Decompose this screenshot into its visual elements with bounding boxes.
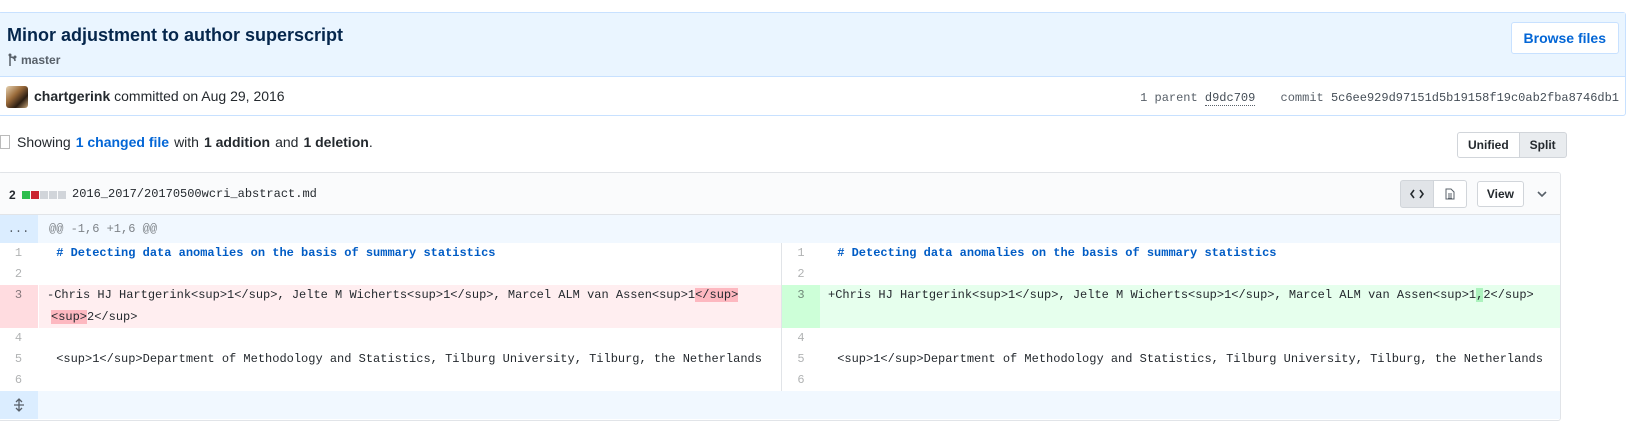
branch-name[interactable]: master [21,53,60,67]
parent-sha-link[interactable]: d9dc709 [1204,91,1256,106]
code-line: # Detecting data anomalies on the basis … [820,243,1560,264]
diff-summary: Showing 1 changed file with 1 addition a… [0,134,373,150]
diffstat-add-block [21,191,30,199]
diffstat: 2 [9,188,66,202]
line-number[interactable]: 6 [781,370,820,391]
deletions-count: 1 deletion [303,134,369,150]
wrapped-line: <sup>2</sup> [51,307,137,328]
committed-date: committed on Aug 29, 2016 [114,88,285,104]
unified-button[interactable]: Unified [1457,132,1520,158]
and-text: and [275,134,299,150]
author-line: chartgerink committed on Aug 29, 2016 [34,88,285,104]
expand-icon[interactable] [0,391,38,419]
added-text: +Chris HJ Hartgerink<sup>1</sup>, Jelte … [828,288,1477,302]
diffstat-del-block [30,191,39,199]
diff-table: ... @@ -1,6 +1,6 @@ 1 # Detecting data a… [0,215,1560,419]
commit-sha: commit 5c6ee929d97151d5b19158f19c0ab2fba… [1281,91,1619,105]
deleted-text: 2</sup> [87,310,138,324]
period: . [368,134,373,150]
browse-files-button[interactable]: Browse files [1510,22,1619,54]
diffstat-blocks [21,191,66,199]
view-file-button[interactable]: View [1476,181,1524,207]
line-number[interactable]: 4 [0,328,38,349]
additions-count: 1 addition [203,134,271,150]
deleted-highlight: <sup> [51,310,88,324]
diff-row: 5 <sup>1</sup>Department of Methodology … [0,349,1560,370]
commit-box: Minor adjustment to author superscript m… [0,12,1626,116]
hunk-footer [0,391,1560,419]
code-view-icon[interactable] [1399,180,1434,208]
git-branch-icon [8,53,17,66]
change-count: 2 [9,188,16,202]
diffstat-neutral-block [39,191,48,199]
code-line: <sup>1</sup>Department of Methodology an… [39,349,781,370]
changed-files-link[interactable]: 1 changed file [76,134,169,150]
file-diff-icon[interactable] [0,135,10,149]
expand-up-button[interactable]: ... [0,215,38,243]
hunk-header: ... @@ -1,6 +1,6 @@ [0,215,1560,243]
added-line: +Chris HJ Hartgerink<sup>1</sup>, Jelte … [820,285,1560,328]
code-line: <sup>1</sup>Department of Methodology an… [820,349,1560,370]
file-path[interactable]: 2016_2017/20170500wcri_abstract.md [72,187,317,201]
deleted-highlight: </sup> [695,288,739,302]
code-line: # Detecting data anomalies on the basis … [39,243,781,264]
commit-header: Minor adjustment to author superscript m… [0,13,1625,77]
added-text: 2</sup> [1483,288,1534,302]
parent-label-text: 1 parent [1140,91,1198,105]
line-number[interactable]: 2 [781,264,820,285]
line-number[interactable]: 3 [781,285,820,328]
parent-label: 1 parent d9dc709 [1140,91,1256,106]
line-number[interactable]: 1 [781,243,820,264]
deleted-text: -Chris HJ Hartgerink<sup>1</sup>, Jelte … [47,288,696,302]
commit-label: commit [1280,91,1324,105]
split-button[interactable]: Split [1519,132,1567,158]
diff-row: 2 2 [0,264,1560,285]
deleted-line: -Chris HJ Hartgerink<sup>1</sup>, Jelte … [39,285,781,328]
avatar[interactable] [6,86,28,108]
line-number[interactable]: 4 [781,328,820,349]
line-number[interactable]: 6 [0,370,38,391]
diffstat-neutral-block [48,191,57,199]
diff-view-toggle: Unified Split [1457,132,1567,158]
code-text: <sup>1</sup>Department of Methodology an… [56,352,762,366]
hunk-range: @@ -1,6 +1,6 @@ [49,222,158,236]
diffstat-neutral-block [57,191,66,199]
code-text: # Detecting data anomalies on the basis … [837,246,1277,260]
sha-block: 1 parent d9dc709 commit 5c6ee929d97151d5… [1122,91,1619,106]
file-actions: View [1399,180,1550,208]
diff-row: 1 # Detecting data anomalies on the basi… [0,243,1560,264]
line-number[interactable]: 1 [0,243,38,264]
commit-title: Minor adjustment to author superscript [7,25,344,45]
showing-text: Showing [17,134,71,150]
commit-sha-value: 5c6ee929d97151d5b19158f19c0ab2fba8746db1 [1330,91,1619,105]
line-number[interactable]: 5 [0,349,38,370]
diff-row: 6 6 [0,370,1560,391]
with-text: with [174,134,199,150]
line-number[interactable]: 2 [0,264,38,285]
code-text: # Detecting data anomalies on the basis … [56,246,496,260]
file-header: 2 2016_2017/20170500wcri_abstract.md Vie… [0,173,1560,215]
commit-meta: chartgerink committed on Aug 29, 2016 1 … [0,77,1625,117]
line-number[interactable]: 3 [0,285,38,328]
author-link[interactable]: chartgerink [34,88,110,104]
branch-label: master [7,53,60,67]
chevron-down-icon[interactable] [1534,186,1550,202]
rich-diff-icon[interactable] [1433,180,1467,208]
diff-row: 4 4 [0,328,1560,349]
file-diff: 2 2016_2017/20170500wcri_abstract.md Vie… [0,172,1561,421]
code-text: <sup>1</sup>Department of Methodology an… [837,352,1543,366]
diff-row-changed: 3 -Chris HJ Hartgerink<sup>1</sup>, Jelt… [0,285,1560,328]
line-number[interactable]: 5 [781,349,820,370]
